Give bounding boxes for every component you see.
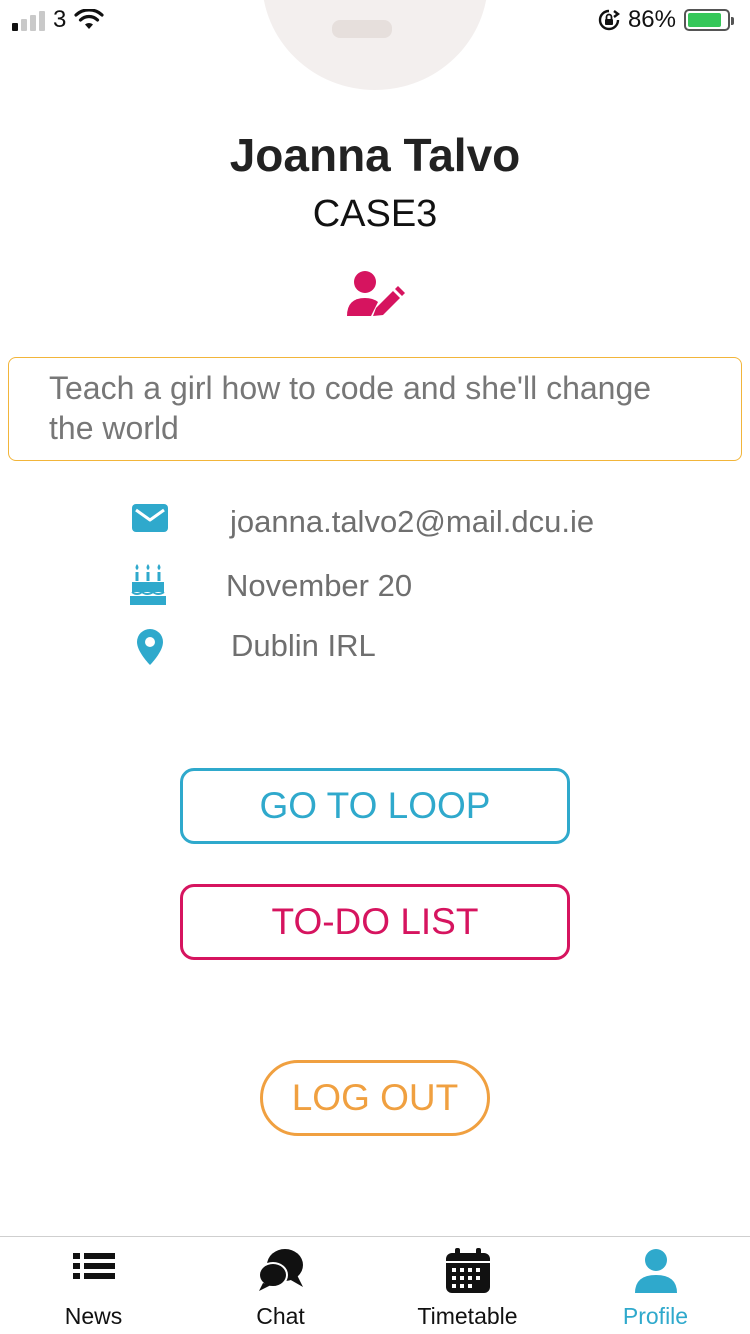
location-text: Dublin IRL bbox=[231, 628, 376, 663]
avatar bbox=[262, 0, 488, 90]
battery-icon bbox=[684, 9, 734, 31]
bio-text: Teach a girl how to code and she'll chan… bbox=[8, 357, 742, 461]
tab-label: Chat bbox=[256, 1303, 305, 1329]
tab-label: Timetable bbox=[417, 1303, 518, 1329]
birthday-row: November 20 bbox=[0, 560, 750, 610]
tab-news[interactable]: News bbox=[0, 1237, 187, 1334]
tab-label: News bbox=[64, 1303, 123, 1329]
birthday-cake-icon bbox=[130, 564, 166, 605]
list-icon bbox=[72, 1253, 115, 1279]
tab-chat[interactable]: Chat bbox=[187, 1237, 374, 1334]
tab-profile[interactable]: Profile bbox=[562, 1237, 749, 1334]
chat-bubbles-icon bbox=[257, 1249, 303, 1291]
tab-bar: News Chat Timetable Profile bbox=[0, 1236, 750, 1334]
profile-name: Joanna Talvo bbox=[229, 129, 521, 181]
battery-level-fill bbox=[688, 13, 721, 27]
tab-label: Profile bbox=[622, 1303, 689, 1329]
todo-list-button[interactable]: TO-DO LIST bbox=[180, 884, 570, 960]
tab-timetable[interactable]: Timetable bbox=[374, 1237, 561, 1334]
user-edit-icon bbox=[347, 271, 405, 316]
orientation-lock-icon bbox=[598, 9, 620, 31]
location-row: Dublin IRL bbox=[0, 620, 750, 670]
log-out-button[interactable]: LOG OUT bbox=[260, 1060, 490, 1136]
profile-course: CASE3 bbox=[312, 193, 438, 235]
map-pin-icon bbox=[137, 629, 163, 665]
user-icon bbox=[634, 1249, 677, 1293]
battery-percent: 86% bbox=[627, 6, 676, 33]
birthday-text: November 20 bbox=[226, 568, 413, 603]
email-text: joanna.talvo2@mail.dcu.ie bbox=[230, 504, 595, 539]
calendar-icon bbox=[445, 1248, 490, 1293]
edit-profile-button[interactable] bbox=[343, 268, 405, 324]
email-row: joanna.talvo2@mail.dcu.ie bbox=[0, 498, 750, 548]
envelope-icon bbox=[132, 504, 168, 532]
go-to-loop-button[interactable]: GO TO LOOP bbox=[180, 768, 570, 844]
